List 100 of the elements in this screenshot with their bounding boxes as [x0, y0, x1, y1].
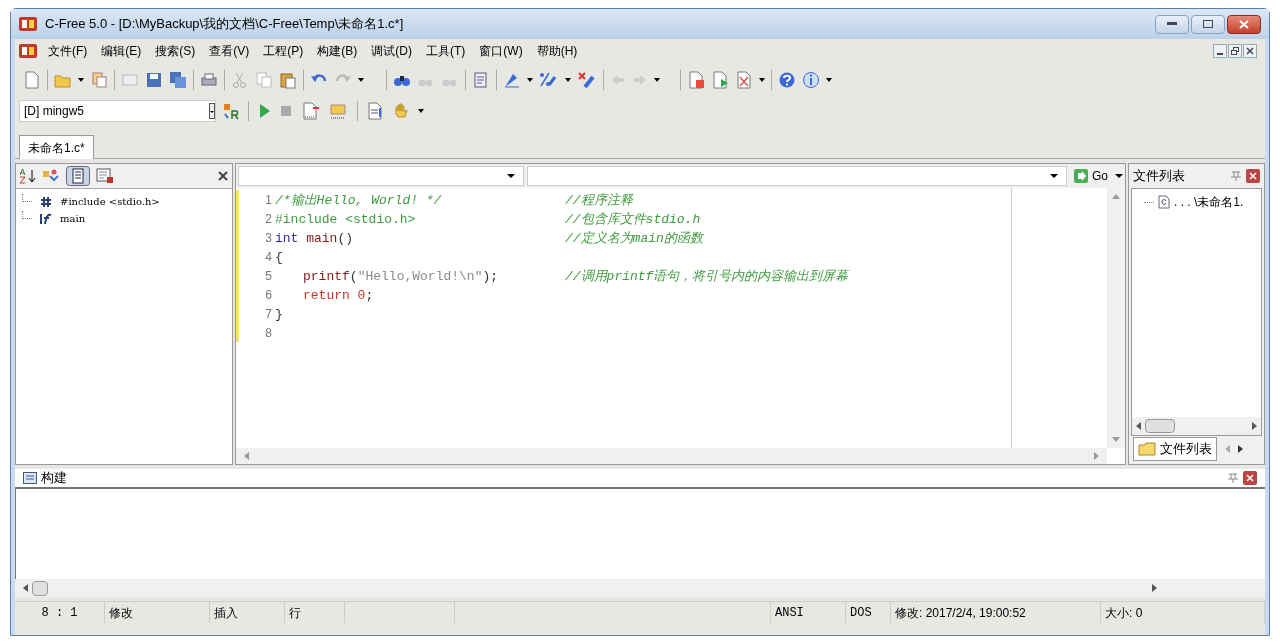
scroll-left-icon[interactable] — [23, 584, 28, 592]
dropdown-caret-icon[interactable] — [759, 78, 765, 82]
go-icon — [1074, 169, 1088, 183]
scroll-right-icon[interactable] — [1152, 584, 1157, 592]
close-icon[interactable] — [1246, 169, 1260, 183]
close-icon[interactable] — [218, 171, 228, 181]
dropdown-caret-icon — [1050, 174, 1058, 178]
menu-item[interactable]: 调试(D) — [364, 42, 419, 60]
dropdown-caret-icon[interactable] — [565, 78, 571, 82]
folder-icon — [1138, 442, 1156, 456]
cursor-position: 8 : 1 — [41, 604, 78, 622]
minimize-icon — [1217, 53, 1223, 55]
app-logo-icon — [19, 44, 37, 58]
dropdown-caret-icon[interactable] — [78, 78, 84, 82]
symbol-item[interactable]: #include <stdio.h> — [60, 194, 160, 209]
dropdown-caret-icon[interactable] — [527, 78, 533, 82]
documents-icon[interactable] — [90, 71, 108, 89]
line-number: 3 — [264, 230, 273, 247]
app-logo-icon — [19, 17, 37, 31]
dropdown-caret-icon[interactable] — [826, 78, 832, 82]
list-view-icon[interactable] — [66, 166, 90, 186]
compiler-switch-icon[interactable] — [222, 102, 240, 120]
comment-icon[interactable] — [539, 71, 559, 89]
document-restore-button[interactable] — [1228, 44, 1242, 58]
run-icon[interactable] — [257, 102, 271, 120]
line-number: 6 — [264, 287, 273, 304]
sort-alphabetical-icon[interactable] — [20, 168, 36, 184]
horizontal-scrollbar[interactable] — [1132, 417, 1261, 435]
vertical-scrollbar[interactable] — [1107, 188, 1125, 448]
step-icon[interactable] — [366, 102, 384, 120]
menu-item[interactable]: 工程(P) — [256, 42, 311, 60]
close-icon[interactable] — [1243, 471, 1257, 485]
scroll-up-icon[interactable] — [1112, 194, 1120, 199]
stop-build-icon[interactable] — [687, 71, 705, 89]
close-icon — [1246, 47, 1254, 55]
maximize-button[interactable] — [1191, 14, 1225, 34]
panel-title: 构建 — [41, 469, 67, 488]
menu-item[interactable]: 搜索(S) — [148, 42, 203, 60]
pin-icon[interactable] — [1230, 170, 1242, 182]
window-title: C-Free 5.0 - [D:\MyBackup\我的文档\C-Free\Temp\未命名1.c*] — [45, 15, 404, 34]
dropdown-caret-icon[interactable] — [358, 78, 364, 82]
compiler-dropdown[interactable]: [D] mingw5 — [19, 100, 216, 122]
info-icon[interactable] — [802, 71, 820, 89]
code-token: ( — [349, 268, 358, 286]
paste-icon[interactable] — [279, 71, 297, 89]
dropdown-caret-icon[interactable] — [1115, 174, 1123, 178]
clear-icon[interactable] — [735, 71, 753, 89]
document-close-button[interactable] — [1243, 44, 1257, 58]
menu-item[interactable]: 文件(F) — [41, 42, 95, 60]
line-number: 8 — [264, 325, 273, 342]
properties-icon[interactable] — [96, 168, 114, 184]
run-document-icon[interactable] — [711, 71, 729, 89]
code-token: int — [275, 230, 299, 248]
panel-tab[interactable]: 文件列表 — [1133, 437, 1217, 461]
tab-scroll-left-icon[interactable] — [1225, 445, 1230, 453]
breakpoint-hand-icon[interactable] — [392, 102, 410, 120]
horizontal-scrollbar[interactable] — [15, 579, 1265, 597]
dropdown-caret-icon[interactable] — [418, 109, 424, 113]
go-button[interactable]: Go — [1070, 166, 1112, 186]
replace-icon[interactable] — [472, 71, 490, 89]
file-item[interactable]: . . . \未命名1. — [1174, 193, 1244, 211]
code-comment: //定义名为main的函数 — [565, 230, 703, 248]
document-minimize-button[interactable] — [1213, 44, 1227, 58]
tab-scroll-right-icon[interactable] — [1238, 445, 1243, 453]
minimize-button[interactable] — [1155, 14, 1189, 34]
save-all-icon[interactable] — [169, 71, 187, 89]
symbol-item[interactable]: main — [60, 211, 86, 226]
sort-by-kind-icon[interactable] — [42, 168, 60, 184]
document-tab[interactable]: 未命名1.c* — [19, 135, 94, 159]
encoding-status: ANSI — [775, 604, 804, 622]
line-number: 2 — [264, 211, 273, 228]
menu-item[interactable]: 编辑(E) — [94, 42, 149, 60]
scroll-left-icon[interactable] — [1136, 422, 1141, 430]
pin-icon[interactable] — [1227, 472, 1239, 484]
compile-icon[interactable] — [301, 102, 321, 120]
modified-status: 修改 — [109, 604, 133, 622]
minimize-icon — [1167, 22, 1177, 26]
dropdown-caret-icon[interactable] — [654, 78, 660, 82]
code-comment: /*输出Hello, World! */ — [275, 192, 442, 210]
help-icon[interactable] — [778, 71, 796, 89]
build-icon[interactable] — [329, 102, 349, 120]
menu-item[interactable]: 窗口(W) — [472, 42, 530, 60]
scrollbar-thumb[interactable] — [1145, 419, 1175, 433]
c-file-icon — [1158, 195, 1170, 209]
uncomment-icon[interactable] — [577, 71, 597, 89]
scrollbar-thumb[interactable] — [32, 580, 48, 596]
new-file-icon[interactable] — [23, 71, 41, 89]
window-icon — [23, 472, 37, 484]
code-token: return — [303, 287, 350, 305]
close-button[interactable] — [1227, 14, 1261, 34]
save-icon[interactable] — [145, 71, 163, 89]
menu-item[interactable]: 构建(B) — [310, 42, 365, 60]
scroll-right-icon[interactable] — [1252, 422, 1257, 430]
print-icon[interactable] — [200, 71, 218, 89]
highlight-icon[interactable] — [503, 71, 521, 89]
scroll-down-icon[interactable] — [1112, 437, 1120, 442]
code-token: ); — [482, 268, 499, 286]
menu-item[interactable]: 工具(T) — [419, 42, 473, 60]
menu-item[interactable]: 帮助(H) — [529, 42, 585, 60]
menu-item[interactable]: 查看(V) — [202, 42, 257, 60]
